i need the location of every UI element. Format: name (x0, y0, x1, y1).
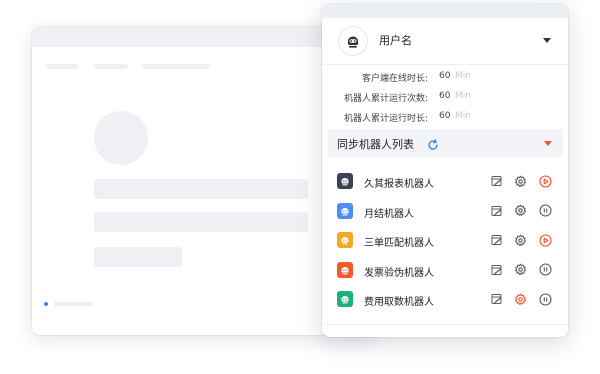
stat-label: 机器人累计运行次数: (343, 94, 428, 104)
user-name: 用户名 (379, 34, 412, 47)
stat-label: 客户端在线时长: (361, 74, 428, 84)
skeleton-avatar (94, 111, 148, 165)
robot-icon (337, 173, 353, 189)
gear-icon[interactable] (513, 233, 527, 247)
robot-name: 发票验伪机器人 (364, 267, 434, 279)
sync-title: 同步机器人列表 (337, 138, 414, 151)
robot-name: 三单匹配机器人 (364, 238, 434, 249)
robot-list: 久其报表机器人 月结机器人三单匹配机器人 发票验伪机器人 费用取数机器人 (322, 167, 568, 315)
robot-avatar-icon (338, 26, 368, 56)
gear-icon[interactable] (513, 263, 527, 277)
robot-row[interactable]: 久其报表机器人 (322, 167, 568, 197)
skeleton-line (94, 247, 182, 267)
skeleton-nav-item (46, 64, 79, 69)
edit-config-icon[interactable] (490, 292, 504, 306)
robot-name: 月结机器人 (364, 208, 414, 220)
skeleton-dot (44, 302, 48, 306)
robot-row[interactable]: 月结机器人 (322, 197, 568, 227)
chevron-down-icon[interactable] (543, 38, 551, 43)
edit-config-icon[interactable] (490, 174, 504, 188)
gear-icon[interactable] (513, 174, 527, 188)
robot-panel: 用户名 客户端在线时长: 60 Min 机器人累计运行次数: 60 Min 机器… (322, 4, 568, 337)
stat-run-duration: 机器人累计运行时长: 60 Min (322, 108, 568, 128)
user-selector[interactable]: 用户名 (322, 18, 568, 65)
robot-row[interactable]: 三单匹配机器人 (322, 226, 568, 256)
stat-value: 60 (439, 71, 451, 81)
refresh-icon[interactable] (427, 136, 439, 155)
stat-run-count: 机器人累计运行次数: 60 Min (322, 88, 568, 108)
skeleton-footer-line (54, 302, 94, 306)
stat-label: 机器人累计运行时长: (343, 114, 428, 124)
stats-section: 客户端在线时长: 60 Min 机器人累计运行次数: 60 Min 机器人累计运… (322, 68, 568, 128)
skeleton-line (94, 179, 308, 199)
robot-icon (337, 291, 353, 307)
edit-config-icon[interactable] (490, 204, 504, 218)
play-icon[interactable] (538, 233, 552, 247)
skeleton-nav-item (94, 64, 128, 69)
edit-config-icon[interactable] (490, 233, 504, 247)
gear-icon[interactable] (513, 204, 527, 218)
skeleton-line (94, 212, 308, 232)
panel-divider (322, 324, 568, 325)
robot-name: 费用取数机器人 (364, 297, 434, 308)
edit-config-icon[interactable] (490, 263, 504, 277)
stat-unit: Min (455, 111, 471, 121)
skeleton-nav-item (142, 64, 210, 69)
pause-icon[interactable] (538, 292, 552, 306)
pause-icon[interactable] (538, 204, 552, 218)
robot-icon (337, 202, 353, 219)
stat-online-duration: 客户端在线时长: 60 Min (322, 68, 568, 88)
play-icon[interactable] (538, 174, 552, 188)
pause-icon[interactable] (538, 263, 552, 277)
robot-icon (337, 232, 353, 248)
stat-unit: Min (455, 71, 471, 81)
stat-value: 60 (439, 111, 451, 121)
robot-row[interactable]: 发票验伪机器人 (322, 256, 568, 286)
stat-unit: Min (455, 91, 471, 101)
robot-row[interactable]: 费用取数机器人 (322, 285, 568, 315)
panel-top-strip (322, 4, 568, 18)
stat-value: 60 (439, 91, 451, 101)
collapse-caret-icon[interactable] (544, 141, 552, 146)
sync-robot-list-header[interactable]: 同步机器人列表 (328, 129, 563, 157)
gear-icon[interactable] (513, 292, 527, 306)
robot-name: 久其报表机器人 (364, 179, 434, 190)
robot-icon (337, 261, 353, 278)
